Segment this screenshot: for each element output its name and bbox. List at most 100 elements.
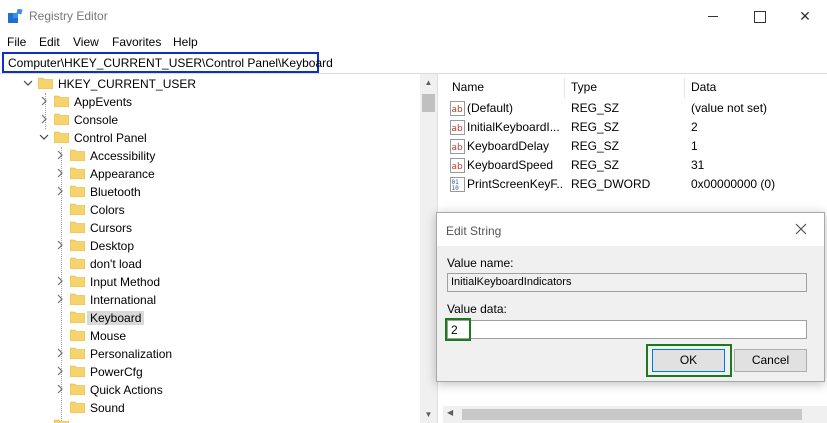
value-type: REG_SZ xyxy=(571,120,620,134)
value-data-input[interactable]: 2 xyxy=(447,320,807,339)
tree-item-dont-load[interactable]: don't load xyxy=(0,255,437,273)
chevron-right-icon[interactable] xyxy=(55,276,65,286)
menu-view[interactable]: View xyxy=(73,35,99,49)
value-data-highlight xyxy=(445,318,471,341)
svg-text:ab: ab xyxy=(452,105,464,115)
chevron-right-icon[interactable] xyxy=(55,384,65,394)
folder-icon xyxy=(70,311,85,323)
close-icon[interactable] xyxy=(793,221,809,237)
chevron-right-icon[interactable] xyxy=(55,168,65,178)
value-name-label: Value name: xyxy=(447,256,514,270)
scroll-left-icon[interactable]: ◀ xyxy=(447,408,453,417)
folder-icon xyxy=(54,113,69,125)
chevron-right-icon[interactable] xyxy=(55,150,65,160)
folder-icon xyxy=(70,293,85,305)
tree-item-control-panel[interactable]: Control Panel xyxy=(0,129,437,147)
chevron-right-icon[interactable] xyxy=(55,366,65,376)
column-divider[interactable] xyxy=(564,78,565,98)
tree-item-sound[interactable]: Sound xyxy=(0,399,437,417)
value-data-label: Value data: xyxy=(447,302,507,316)
tree-item-label: Accessibility xyxy=(90,149,156,163)
column-header-type[interactable]: Type xyxy=(571,80,597,94)
column-header-data[interactable]: Data xyxy=(691,80,716,94)
tree-item-root[interactable]: HKEY_CURRENT_USER xyxy=(0,75,437,93)
tree-item-personalization[interactable]: Personalization xyxy=(0,345,437,363)
value-type: REG_SZ xyxy=(571,158,620,172)
tree-item-accessibility[interactable]: Accessibility xyxy=(0,147,437,165)
tree-vertical-scrollbar[interactable]: ▲ ▼ xyxy=(420,74,437,423)
chevron-right-icon[interactable] xyxy=(39,114,49,124)
scroll-thumb[interactable] xyxy=(462,409,802,420)
address-path: Computer\HKEY_CURRENT_USER\Control Panel… xyxy=(8,56,333,70)
value-data: (value not set) xyxy=(691,101,768,115)
folder-icon xyxy=(70,347,85,359)
tree-item-appearance[interactable]: Appearance xyxy=(0,165,437,183)
address-bar[interactable]: Computer\HKEY_CURRENT_USER\Control Panel… xyxy=(2,52,333,73)
svg-text:ab: ab xyxy=(452,143,464,153)
chevron-down-icon[interactable] xyxy=(23,78,33,88)
cancel-button[interactable]: Cancel xyxy=(734,349,807,372)
tree-item-international[interactable]: International xyxy=(0,291,437,309)
menu-help[interactable]: Help xyxy=(173,35,198,49)
list-item[interactable]: ab KeyboardDelay REG_SZ 1 xyxy=(443,137,827,156)
ok-button[interactable]: OK xyxy=(652,349,725,372)
chevron-right-icon[interactable] xyxy=(55,348,65,358)
value-data: 1 xyxy=(691,139,698,153)
chevron-right-icon[interactable] xyxy=(55,294,65,304)
list-horizontal-scrollbar[interactable]: ◀ xyxy=(443,406,827,423)
folder-icon xyxy=(70,401,85,413)
tree-item-label: Personalization xyxy=(90,347,173,361)
tree-item-label: Desktop xyxy=(90,239,135,253)
svg-text:10: 10 xyxy=(452,185,460,192)
tree-item-label: Mouse xyxy=(90,329,127,343)
tree-item-colors[interactable]: Colors xyxy=(0,201,437,219)
tree-item-label: Control Panel xyxy=(74,131,147,145)
window-title: Registry Editor xyxy=(29,9,108,23)
tree-item-quick-actions[interactable]: Quick Actions xyxy=(0,381,437,399)
close-button[interactable]: ✕ xyxy=(782,0,827,32)
tree-item-label: HKEY_CURRENT_USER xyxy=(58,77,197,91)
list-item[interactable]: 01 10 PrintScreenKeyF... REG_DWORD 0x0000… xyxy=(443,175,827,194)
value-type: REG_DWORD xyxy=(571,177,651,191)
tree-item-label: International xyxy=(90,293,157,307)
column-divider[interactable] xyxy=(684,78,685,98)
tree-item-input-method[interactable]: Input Method xyxy=(0,273,437,291)
scroll-thumb[interactable] xyxy=(422,94,435,112)
folder-icon xyxy=(70,185,85,197)
list-item[interactable]: ab KeyboardSpeed REG_SZ 31 xyxy=(443,156,827,175)
minimize-button[interactable] xyxy=(690,0,736,32)
tree-item-label: Quick Actions xyxy=(90,383,163,397)
list-item[interactable]: ab InitialKeyboardI... REG_SZ 2 xyxy=(443,118,827,137)
value-name: KeyboardSpeed xyxy=(467,158,554,172)
tree-item-label: Console xyxy=(74,113,119,127)
tree-item-console[interactable]: Console xyxy=(0,111,437,129)
chevron-right-icon[interactable] xyxy=(39,96,49,106)
tree-item-powercfg[interactable]: PowerCfg xyxy=(0,363,437,381)
folder-icon xyxy=(38,77,53,89)
tree-item-desktop[interactable]: Desktop xyxy=(0,237,437,255)
maximize-button[interactable] xyxy=(736,0,782,32)
chevron-right-icon[interactable] xyxy=(55,240,65,250)
tree-item-label: PowerCfg xyxy=(90,365,143,379)
tree-item-keyboard[interactable]: Keyboard xyxy=(0,309,437,327)
string-value-icon: ab xyxy=(450,158,465,173)
column-header-name[interactable]: Name xyxy=(452,80,484,94)
scroll-up-icon[interactable]: ▲ xyxy=(420,74,437,91)
list-item[interactable]: ab (Default) REG_SZ (value not set) xyxy=(443,99,827,118)
tree-item-appevents[interactable]: AppEvents xyxy=(0,93,437,111)
chevron-down-icon[interactable] xyxy=(39,132,49,142)
tree-item-label: Input Method xyxy=(90,275,161,289)
folder-open-icon xyxy=(54,131,69,143)
tree-item-cursors[interactable]: Cursors xyxy=(0,219,437,237)
string-value-icon: ab xyxy=(450,139,465,154)
scroll-down-icon[interactable]: ▼ xyxy=(420,406,437,423)
menu-file[interactable]: File xyxy=(7,35,26,49)
menu-edit[interactable]: Edit xyxy=(39,35,60,49)
menu-favorites[interactable]: Favorites xyxy=(112,35,161,49)
value-name-field: InitialKeyboardIndicators xyxy=(447,273,807,292)
tree-item-mouse[interactable]: Mouse xyxy=(0,327,437,345)
string-value-icon: ab xyxy=(450,120,465,135)
folder-icon xyxy=(70,383,85,395)
chevron-right-icon[interactable] xyxy=(55,186,65,196)
tree-item-bluetooth[interactable]: Bluetooth xyxy=(0,183,437,201)
